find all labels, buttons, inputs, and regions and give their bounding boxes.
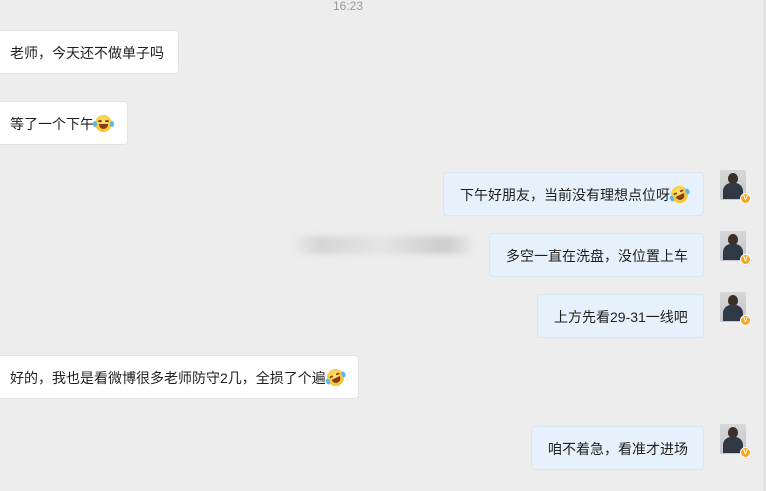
user-avatar[interactable]: V — [720, 170, 751, 204]
outgoing-bubble[interactable]: 咱不着急，看准才进场 — [531, 426, 704, 470]
message-timestamp: 16:23 — [332, 0, 364, 13]
message-text: 上方先看29-31一线吧 — [554, 309, 688, 325]
outgoing-bubble[interactable]: 多空一直在洗盘，没位置上车 — [489, 233, 704, 277]
user-avatar[interactable]: V — [720, 292, 751, 326]
message-text: 老师，今天还不做单子吗 — [10, 45, 164, 61]
message-text: 好的，我也是看微博很多老师防守2几，全损了个遍 — [10, 370, 326, 386]
laughing-tears-emoji-icon — [93, 115, 114, 132]
message-text: 下午好朋友，当前没有理想点位呀 — [460, 187, 670, 203]
user-avatar[interactable]: V — [720, 231, 751, 265]
chat-area: 16:23 老师，今天还不做单子吗 等了一个下午 下午好朋友，当前没有理想点位呀… — [0, 0, 766, 491]
outgoing-bubble[interactable]: 上方先看29-31一线吧 — [537, 294, 704, 338]
rolling-laughing-emoji-icon — [668, 183, 691, 206]
rolling-laughing-emoji-icon — [324, 366, 347, 389]
outgoing-bubble[interactable]: 下午好朋友，当前没有理想点位呀 — [443, 172, 704, 216]
verified-badge-icon: V — [740, 254, 751, 265]
redacted-blur — [292, 236, 472, 254]
incoming-bubble[interactable]: 好的，我也是看微博很多老师防守2几，全损了个遍 — [0, 355, 359, 399]
incoming-bubble[interactable]: 老师，今天还不做单子吗 — [0, 30, 179, 74]
verified-badge-icon: V — [740, 315, 751, 326]
message-text: 多空一直在洗盘，没位置上车 — [506, 248, 688, 264]
incoming-bubble[interactable]: 等了一个下午 — [0, 101, 128, 145]
message-text: 咱不着急，看准才进场 — [548, 441, 688, 457]
user-avatar[interactable]: V — [720, 424, 751, 458]
verified-badge-icon: V — [740, 193, 751, 204]
message-text: 等了一个下午 — [10, 116, 94, 132]
verified-badge-icon: V — [740, 447, 751, 458]
